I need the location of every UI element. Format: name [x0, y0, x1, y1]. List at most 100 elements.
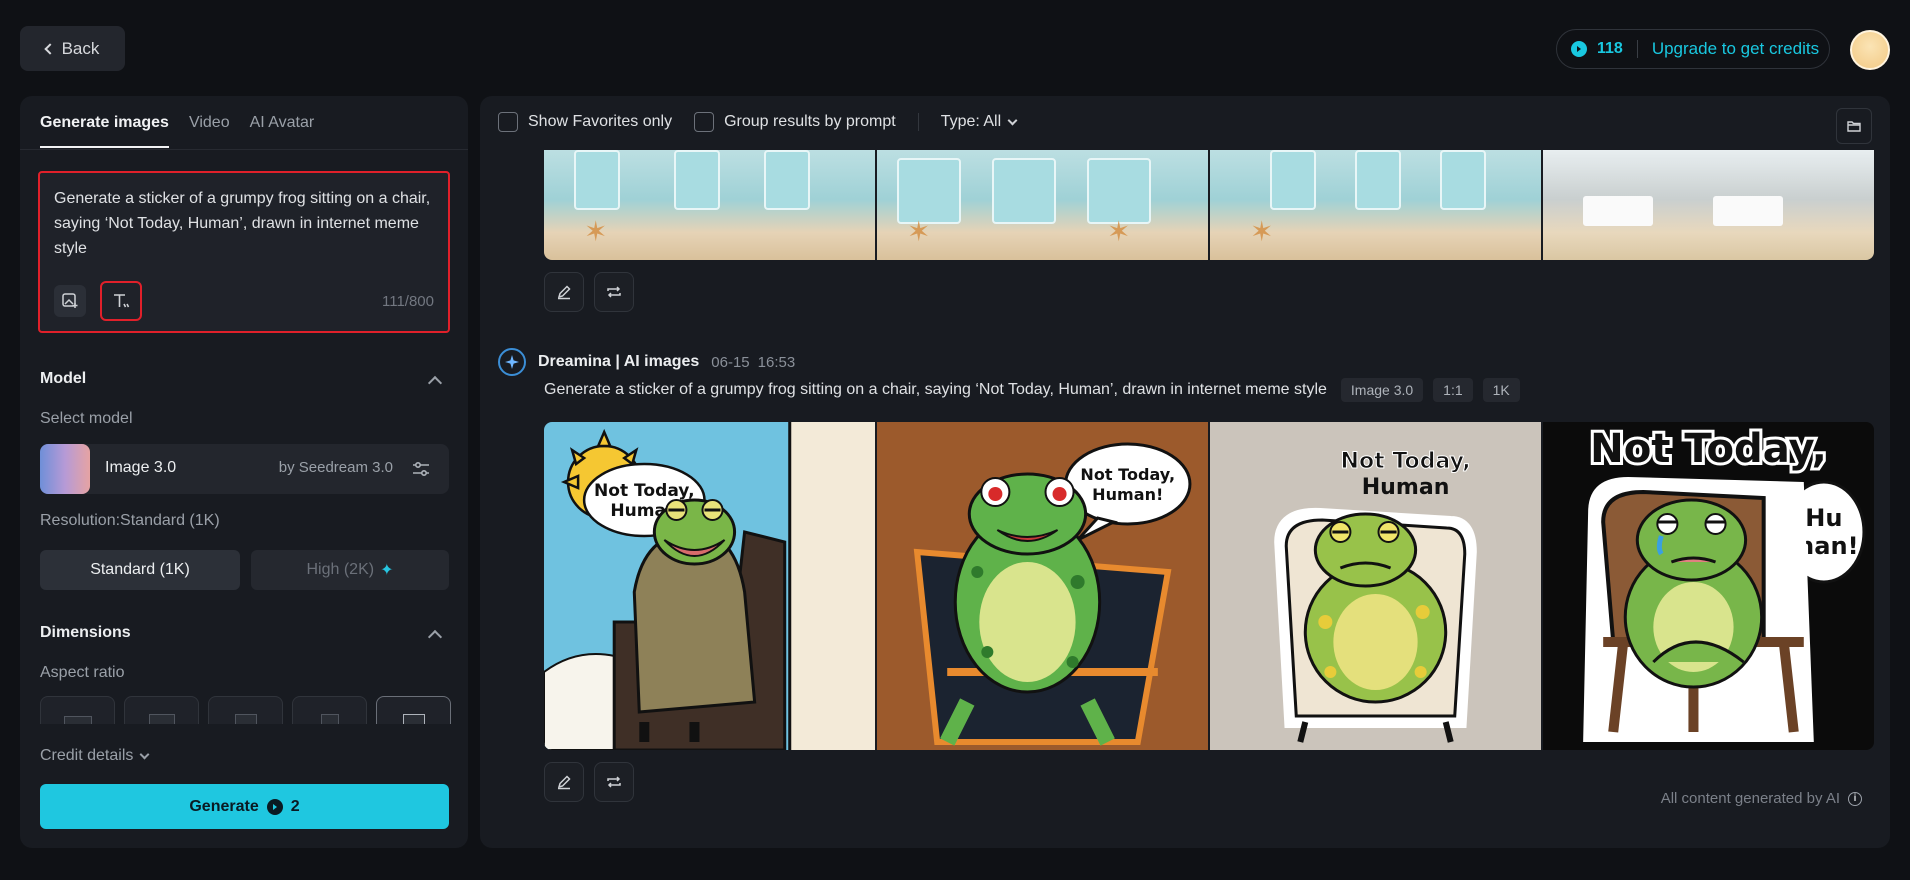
credits-pill[interactable]: 118 Upgrade to get credits — [1556, 29, 1830, 69]
sparkle-icon: ✦ — [380, 562, 394, 579]
model-provider: by Seedream 3.0 — [278, 459, 393, 476]
avatar[interactable] — [1850, 30, 1890, 70]
sticker-text: Human — [1362, 475, 1450, 500]
aspect-ratio-label: Aspect ratio — [40, 664, 125, 681]
group-by-prompt-label: Group results by prompt — [724, 113, 896, 130]
results-panel: Show Favorites only Group results by pro… — [480, 96, 1890, 848]
model-section-title: Model — [40, 370, 87, 387]
tab-generate-images[interactable]: Generate images — [40, 114, 169, 148]
speech-bubble-text: Human! — [1092, 485, 1163, 504]
repeat-icon — [607, 776, 621, 788]
result-source: Dreamina | AI images — [538, 353, 700, 370]
credit-details-toggle[interactable]: Credit details — [40, 747, 150, 765]
generate-button[interactable]: Generate 2 — [40, 784, 449, 829]
text-style-button[interactable] — [100, 281, 142, 321]
tag-model: Image 3.0 — [1340, 378, 1424, 402]
dimensions-section-title: Dimensions — [40, 624, 131, 641]
select-model-label: Select model — [40, 410, 133, 427]
chevron-up-icon[interactable] — [427, 629, 443, 645]
chevron-down-icon — [139, 749, 150, 759]
repeat-icon — [607, 286, 621, 298]
resolution-high-button[interactable]: High (2K) ✦ — [251, 550, 449, 590]
generated-image-2[interactable]: Not Today, Human! — [877, 422, 1208, 750]
folder-button[interactable] — [1836, 108, 1872, 144]
result-prompt: Generate a sticker of a grumpy frog sitt… — [544, 381, 1327, 398]
resolution-high-label: High (2K) — [306, 561, 375, 578]
folder-icon — [1847, 121, 1861, 132]
result-image[interactable]: ✶ — [1210, 150, 1541, 260]
show-favorites-label: Show Favorites only — [528, 113, 673, 130]
tag-resolution: 1K — [1482, 378, 1520, 402]
result-prompt-row: Generate a sticker of a grumpy frog sitt… — [544, 378, 1520, 402]
sticker-text: Not Today, — [1590, 426, 1827, 472]
resolution-standard-label: Standard (1K) — [90, 561, 190, 578]
aspect-option[interactable] — [292, 696, 367, 724]
chevron-down-icon — [1007, 115, 1018, 125]
generated-images: Not Today, Human Not Today, Human! Not T… — [544, 422, 1874, 750]
info-icon[interactable]: i — [1848, 791, 1862, 806]
speech-bubble-text: Not Today, — [594, 481, 695, 501]
aspect-option[interactable] — [124, 696, 199, 724]
frog-illustration: Not Today, Human! — [913, 442, 1192, 746]
previous-results-strip: ✶ ✶ ✶ ✶ — [544, 150, 1874, 260]
pencil-icon — [557, 775, 571, 790]
credit-coin-icon — [1571, 41, 1587, 57]
result-date: 06-15 — [711, 353, 750, 371]
left-panel: Generate images Video AI Avatar Generate… — [20, 96, 468, 848]
credit-coin-icon — [266, 798, 283, 815]
frog-illustration: Not Today, Human — [1274, 449, 1477, 743]
back-label: Back — [61, 38, 100, 58]
dreamina-logo-icon — [498, 348, 526, 376]
divider — [20, 149, 468, 150]
edit-button[interactable] — [544, 272, 584, 312]
prompt-box[interactable]: Generate a sticker of a grumpy frog sitt… — [38, 171, 450, 333]
checkbox-box[interactable] — [694, 112, 715, 132]
text-format-icon — [114, 294, 130, 308]
credit-count: 118 — [1597, 40, 1623, 57]
result-time: 16:53 — [757, 353, 796, 371]
credit-details-label: Credit details — [40, 747, 134, 764]
generate-label: Generate — [189, 797, 259, 815]
type-filter-dropdown[interactable]: Type: All — [941, 113, 1018, 131]
model-thumbnail — [40, 444, 90, 494]
checkbox-box[interactable] — [498, 112, 518, 132]
reference-image-button[interactable] — [54, 285, 86, 317]
model-selector[interactable]: Image 3.0 by Seedream 3.0 — [40, 444, 449, 494]
result-image[interactable] — [1543, 150, 1874, 260]
speech-bubble-text: Not Today, — [1080, 465, 1175, 484]
group-by-prompt-checkbox[interactable]: Group results by prompt — [694, 112, 896, 132]
generated-image-1[interactable]: Not Today, Human — [544, 422, 875, 750]
sticker-text: Not Today, — [1341, 449, 1471, 474]
result-image[interactable]: ✶ — [544, 150, 875, 260]
frog-illustration: Not Today, Hu man! — [1583, 423, 1866, 742]
divider — [1636, 40, 1638, 58]
resolution-standard-button[interactable]: Standard (1K) — [40, 550, 240, 590]
aspect-option[interactable] — [208, 696, 283, 724]
generate-cost: 2 — [290, 797, 300, 815]
generated-image-4[interactable]: Not Today, Hu man! — [1543, 422, 1874, 750]
result-header: Dreamina | AI images 06-15 16:53 — [498, 348, 795, 376]
upgrade-link[interactable]: Upgrade to get credits — [1652, 39, 1819, 59]
speech-bubble-text: Hu — [1805, 504, 1842, 532]
ai-disclaimer-text: All content generated by AI — [1660, 790, 1840, 807]
regenerate-button[interactable] — [594, 272, 634, 312]
char-count: 111/800 — [382, 293, 434, 310]
pencil-icon — [557, 285, 571, 300]
generated-image-3[interactable]: Not Today, Human — [1210, 422, 1541, 750]
tab-video[interactable]: Video — [189, 114, 230, 148]
regenerate-button[interactable] — [594, 762, 634, 802]
aspect-option-selected[interactable] — [376, 696, 451, 724]
back-button[interactable]: Back — [20, 26, 125, 71]
edit-button[interactable] — [544, 762, 584, 802]
prompt-input[interactable]: Generate a sticker of a grumpy frog sitt… — [54, 186, 434, 261]
tag-aspect: 1:1 — [1433, 378, 1473, 402]
sliders-icon[interactable] — [411, 459, 431, 479]
filter-bar: Show Favorites only Group results by pro… — [498, 112, 1038, 132]
show-favorites-checkbox[interactable]: Show Favorites only — [498, 112, 672, 132]
chevron-left-icon — [43, 42, 56, 55]
result-image[interactable]: ✶ ✶ — [877, 150, 1208, 260]
tab-ai-avatar[interactable]: AI Avatar — [250, 114, 315, 148]
chevron-up-icon[interactable] — [427, 375, 443, 391]
divider — [917, 113, 919, 131]
aspect-option[interactable] — [40, 696, 115, 724]
